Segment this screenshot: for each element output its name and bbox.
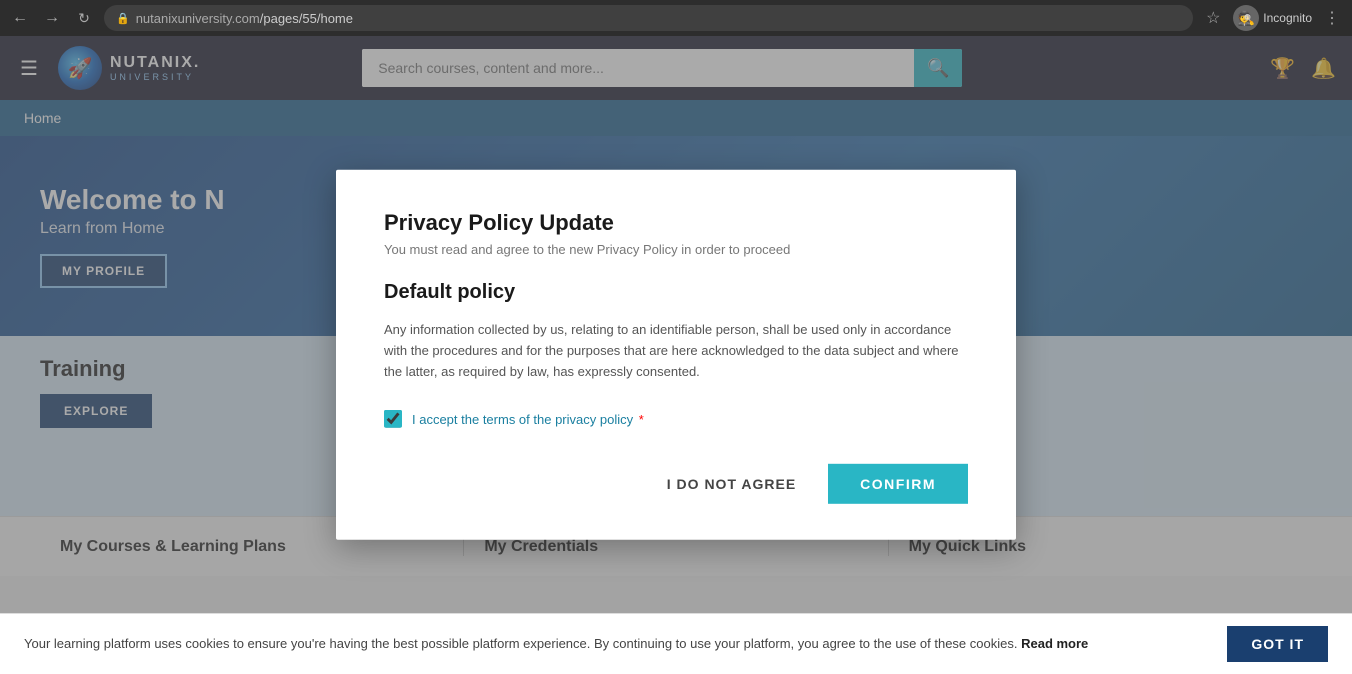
- do-not-agree-button[interactable]: I DO NOT AGREE: [651, 464, 812, 504]
- modal-actions: I DO NOT AGREE CONFIRM: [384, 464, 968, 504]
- incognito-badge: 🕵 Incognito: [1233, 5, 1312, 31]
- browser-chrome: ← → ↻ 🔒 nutanixuniversity.com/pages/55/h…: [0, 0, 1352, 36]
- incognito-label: Incognito: [1263, 11, 1312, 25]
- incognito-icon: 🕵: [1233, 5, 1259, 31]
- privacy-checkbox[interactable]: [384, 410, 402, 428]
- read-more-link[interactable]: Read more: [1021, 636, 1088, 651]
- page-wrapper: ☰ 🚀 NUTANIX. UNIVERSITY 🔍 🏆 🔔 Home 🔗 Wel: [0, 36, 1352, 674]
- modal-policy-title: Default policy: [384, 281, 968, 304]
- privacy-policy-modal: Privacy Policy Update You must read and …: [336, 170, 1016, 540]
- menu-button[interactable]: ⋮: [1320, 6, 1344, 30]
- address-url: nutanixuniversity.com/pages/55/home: [136, 11, 353, 26]
- cookie-bar: Your learning platform uses cookies to e…: [0, 613, 1352, 674]
- modal-title: Privacy Policy Update: [384, 210, 968, 236]
- checkbox-label[interactable]: I accept the terms of the privacy policy…: [412, 412, 644, 427]
- cookie-message: Your learning platform uses cookies to e…: [24, 636, 1017, 651]
- url-prefix: nutanixuniversity.com: [136, 11, 260, 26]
- modal-policy-text: Any information collected by us, relatin…: [384, 320, 968, 382]
- required-star: *: [635, 412, 644, 427]
- forward-button[interactable]: →: [40, 6, 64, 30]
- browser-action-area: ☆ 🕵 Incognito ⋮: [1201, 5, 1344, 31]
- checkbox-label-text: I accept the terms of the privacy policy: [412, 412, 633, 427]
- lock-icon: 🔒: [116, 12, 130, 25]
- got-it-button[interactable]: GOT IT: [1227, 626, 1328, 662]
- cookie-text: Your learning platform uses cookies to e…: [24, 635, 1215, 653]
- checkbox-row: I accept the terms of the privacy policy…: [384, 410, 968, 428]
- back-button[interactable]: ←: [8, 6, 32, 30]
- url-path: /pages/55/home: [260, 11, 353, 26]
- reload-button[interactable]: ↻: [72, 6, 96, 30]
- address-bar[interactable]: 🔒 nutanixuniversity.com/pages/55/home: [104, 5, 1193, 31]
- confirm-button[interactable]: CONFIRM: [828, 464, 968, 504]
- modal-subtitle: You must read and agree to the new Priva…: [384, 242, 968, 257]
- bookmark-button[interactable]: ☆: [1201, 6, 1225, 30]
